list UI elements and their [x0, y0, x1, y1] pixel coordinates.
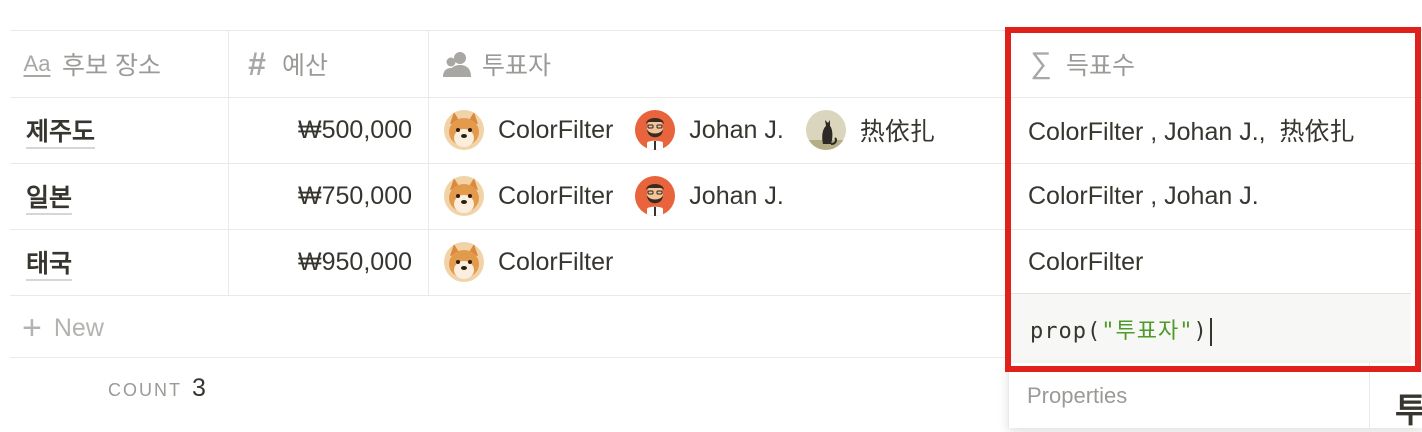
budget-value: ₩950,000: [298, 247, 412, 276]
table-row-place-cell[interactable]: 제주도: [26, 97, 221, 163]
column-header-label: 예산: [282, 52, 329, 80]
votes-value: ColorFilter , Johan J.: [1028, 181, 1259, 210]
voter-chip[interactable]: ColorFilter: [444, 110, 613, 150]
row-border: [10, 357, 1010, 358]
voter-chip[interactable]: ColorFilter: [444, 242, 613, 282]
count-value: 3: [192, 374, 206, 402]
formula-string: "투표자": [1101, 318, 1194, 344]
table-row-budget-cell[interactable]: ₩950,000: [230, 229, 412, 295]
table-row-votes-cell[interactable]: ColorFilter: [1028, 229, 1408, 295]
dog-avatar-icon: [444, 176, 484, 216]
text-type-icon: Aa: [23, 51, 51, 76]
people-icon: [442, 51, 472, 77]
column-header-label: 투표자: [482, 52, 552, 80]
plus-icon: +: [22, 308, 42, 347]
bearded-man-avatar-icon: [635, 110, 676, 150]
table-row-place-cell[interactable]: 태국: [26, 229, 221, 295]
column-header-budget[interactable]: # 예산: [242, 32, 422, 96]
dog-avatar-icon: [444, 110, 484, 150]
formula-suffix: ): [1193, 318, 1208, 344]
votes-value: ColorFilter , Johan J., 热依扎: [1028, 118, 1355, 146]
voter-name: ColorFilter: [498, 181, 614, 210]
table-row-budget-cell[interactable]: ₩750,000: [230, 163, 412, 229]
formula-input[interactable]: prop("투표자"): [1008, 313, 1212, 346]
voter-name: ColorFilter: [498, 247, 614, 276]
place-title[interactable]: 태국: [26, 244, 72, 280]
column-header-label: 후보 장소: [62, 52, 161, 80]
place-title[interactable]: 제주도: [26, 112, 95, 148]
budget-value: ₩500,000: [298, 115, 412, 144]
table-row-voters-cell[interactable]: ColorFilter Johan J. 热依扎: [444, 97, 1004, 163]
formula-sigma-icon: ∑: [1030, 47, 1052, 80]
place-title[interactable]: 일본: [26, 178, 72, 214]
voter-name: Johan J.: [689, 181, 784, 210]
column-divider: [228, 30, 229, 295]
text-caret: [1209, 317, 1212, 346]
row-border: [10, 295, 1010, 296]
property-preview-title: 투: [1395, 392, 1422, 430]
cat-avatar-icon: [805, 110, 846, 150]
column-header-label: 득표수: [1066, 52, 1136, 80]
voter-name: 热依扎: [859, 118, 935, 146]
column-header-voters[interactable]: 투표자: [442, 32, 742, 96]
new-row-button[interactable]: + New: [22, 298, 104, 358]
voter-chip[interactable]: ColorFilter: [444, 176, 613, 216]
count-summary[interactable]: COUNT 3: [108, 374, 206, 403]
column-header-votes[interactable]: ∑ 득표수: [1026, 32, 1326, 96]
column-divider: [1008, 30, 1009, 295]
table-row-place-cell[interactable]: 일본: [26, 163, 221, 229]
properties-section-label: Properties: [1027, 383, 1128, 408]
formula-properties-popup: Properties 투: [1008, 363, 1422, 430]
formula-prefix: prop(: [1030, 318, 1102, 344]
column-header-place[interactable]: Aa 후보 장소: [22, 32, 222, 96]
count-label: COUNT: [108, 380, 182, 400]
voter-chip[interactable]: 热依扎: [805, 110, 935, 150]
table-row-votes-cell[interactable]: ColorFilter , Johan J.: [1028, 163, 1408, 229]
budget-value: ₩750,000: [298, 181, 412, 210]
bearded-man-avatar-icon: [635, 176, 676, 216]
new-row-label: New: [53, 313, 104, 342]
number-hash-icon: #: [248, 45, 266, 82]
table-row-voters-cell[interactable]: ColorFilter: [444, 229, 1004, 295]
voter-name: Johan J.: [689, 115, 784, 144]
table-row-budget-cell[interactable]: ₩500,000: [230, 97, 412, 163]
dog-avatar-icon: [444, 242, 484, 282]
formula-editor[interactable]: prop("투표자"): [1008, 293, 1411, 364]
table-row-votes-cell[interactable]: ColorFilter , Johan J., 热依扎: [1028, 97, 1408, 163]
table-row-voters-cell[interactable]: ColorFilter Johan J.: [444, 163, 1004, 229]
header-top-border: [10, 30, 1422, 31]
voter-chip[interactable]: Johan J.: [635, 110, 784, 150]
voter-chip[interactable]: Johan J.: [635, 176, 784, 216]
column-divider: [428, 30, 429, 295]
popup-divider: [1369, 363, 1370, 428]
voter-name: ColorFilter: [498, 115, 614, 144]
votes-value: ColorFilter: [1028, 247, 1144, 276]
